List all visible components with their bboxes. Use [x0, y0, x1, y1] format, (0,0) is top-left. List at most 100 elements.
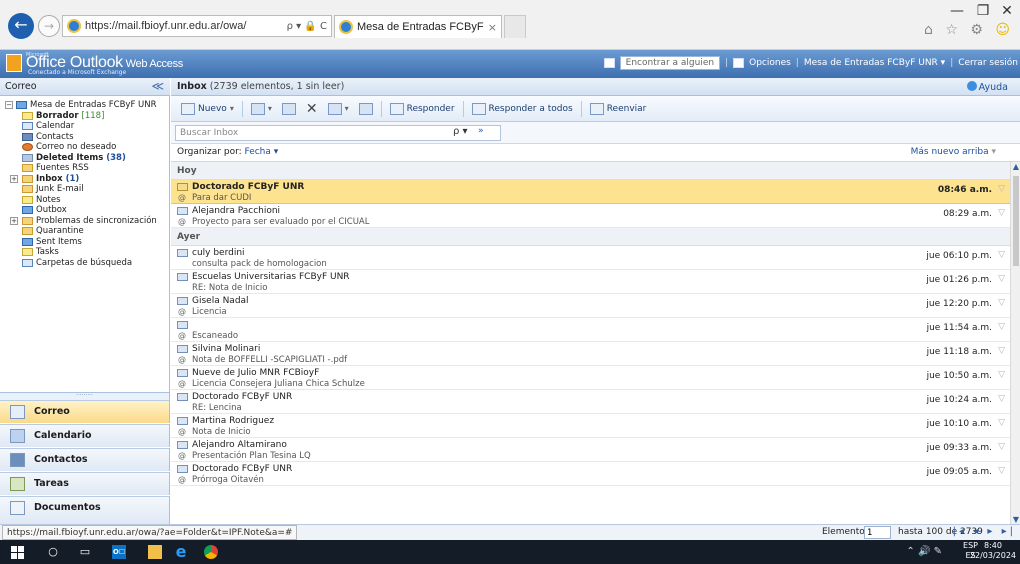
sign-out-link[interactable]: Cerrar sesión [958, 58, 1018, 68]
message-toolbar: Nuevo ▾ ▾ ✕ ▾ Responder Responder a todos… [171, 96, 1020, 122]
reply-all-button[interactable]: Responder a todos [470, 101, 575, 117]
home-star-gear-icons[interactable]: ⌂ ☆ ⚙ [924, 22, 987, 38]
nav-button-correo[interactable]: Correo [0, 400, 170, 423]
folder-sent-items[interactable]: Sent Items [0, 237, 169, 248]
group-header-today[interactable]: Hoy [171, 162, 1010, 180]
message-row[interactable]: Escuelas Universitarias FCByF UNR RE: Not… [171, 270, 1010, 294]
group-header-yesterday[interactable]: Ayer [171, 228, 1010, 246]
folder-problemas-sincronizacion[interactable]: + Problemas de sincronización [0, 216, 169, 227]
address-actions[interactable]: ρ ▾ 🔒 C [287, 21, 331, 32]
expand-search-icon[interactable]: » [478, 126, 484, 136]
flag-icon[interactable]: ▽ [998, 370, 1005, 380]
outbox-icon [22, 206, 33, 214]
collapse-pane-button[interactable]: ≪ [151, 79, 164, 93]
view-button[interactable]: ▾ [249, 101, 274, 117]
message-row[interactable]: Nueve de Julio MNR FCBioyF @ Licencia Cons… [171, 366, 1010, 390]
taskbar-search-icon[interactable]: ○ [46, 545, 60, 559]
nav-button-tareas[interactable]: Tareas [0, 472, 170, 495]
folder-correo-no-deseado[interactable]: Correo no deseado [0, 142, 169, 153]
outlook-taskbar-icon[interactable]: O☐ [112, 545, 126, 559]
delete-button[interactable]: ✕ [304, 99, 320, 119]
new-message-button[interactable]: Nuevo ▾ [179, 101, 236, 117]
new-tab-button[interactable] [504, 15, 526, 38]
forward-button[interactable]: Reenviar [588, 101, 649, 117]
folder-junk-email[interactable]: Junk E-mail [0, 184, 169, 195]
nav-button-calendario[interactable]: Calendario [0, 424, 170, 447]
arrange-by-dropdown[interactable]: Fecha ▾ [245, 147, 279, 157]
pager-controls[interactable]: |◂ ◂ ▸ ▸| [953, 526, 1016, 537]
message-row[interactable]: Martina Rodriguez @ Nota de Inicio jue 10:1… [171, 414, 1010, 438]
message-row[interactable]: Alejandra Pacchioni @ Proyecto para ser ev… [171, 204, 1010, 228]
folder-calendar[interactable]: Calendar [0, 121, 169, 132]
expand-collapse-icon[interactable]: + [10, 174, 18, 183]
message-row[interactable]: Alejandro Altamirano @ Presentación Plan T… [171, 438, 1010, 462]
url-text[interactable]: https://mail.fbioyf.unr.edu.ar/owa/ [85, 20, 246, 32]
address-book-button[interactable] [357, 101, 375, 117]
folder-carpetas-busqueda[interactable]: Carpetas de búsqueda [0, 258, 169, 269]
system-clock[interactable]: 8:40 22/03/2024 [970, 541, 1016, 561]
reply-button[interactable]: Responder [388, 101, 457, 117]
flag-icon[interactable]: ▽ [998, 208, 1005, 218]
flag-icon[interactable]: ▽ [998, 394, 1005, 404]
flag-icon[interactable]: ▽ [998, 322, 1005, 332]
message-row[interactable]: Doctorado FCByF UNR @ Para dar CUDI 08:46 a… [171, 180, 1010, 204]
find-someone-input[interactable]: Encontrar a alguien [619, 56, 721, 70]
browser-tab-owa[interactable]: Mesa de Entradas FCByF U... × [334, 15, 502, 38]
message-row[interactable]: Silvina Molinari @ Nota de BOFFELLI -SCAPI… [171, 342, 1010, 366]
expand-collapse-icon[interactable]: − [5, 101, 13, 109]
folder-notes[interactable]: Notes [0, 195, 169, 206]
feedback-smiley-icon[interactable]: ☺ [995, 22, 1014, 38]
flag-icon[interactable]: ▽ [998, 418, 1005, 428]
message-row[interactable]: Gisela Nadal @ Licencia jue 12:20 p.m. ▽ [171, 294, 1010, 318]
file-explorer-icon[interactable] [148, 545, 162, 559]
sort-order-dropdown[interactable]: Más nuevo arriba ▾ [911, 147, 996, 157]
message-row[interactable]: Doctorado FCByF UNR RE: Lencina jue 10:24 … [171, 390, 1010, 414]
message-row[interactable]: @ Escaneado jue 11:54 a.m. ▽ [171, 318, 1010, 342]
nav-button-contactos[interactable]: Contactos [0, 448, 170, 471]
search-icon[interactable]: ρ ▾ [453, 126, 468, 137]
folder-mailbox-root[interactable]: − Mesa de Entradas FCByF UNR [0, 100, 169, 111]
task-view-icon[interactable]: ▭ [78, 545, 92, 559]
message-row[interactable]: culy berdini consulta pack de homologacio… [171, 246, 1010, 270]
folder-outbox[interactable]: Outbox [0, 205, 169, 216]
nav-button-documentos[interactable]: Documentos [0, 496, 170, 524]
tray-icons[interactable]: ⌃ 🔊 ✎ [906, 546, 942, 557]
flag-icon[interactable]: ▽ [998, 442, 1005, 452]
help-link[interactable]: Ayuda [966, 81, 1008, 93]
flag-icon[interactable]: ▽ [998, 466, 1005, 476]
folder-contacts[interactable]: Contacts [0, 132, 169, 143]
message-row[interactable]: Doctorado FCByF UNR @ Prórroga Oitavén jue … [171, 462, 1010, 486]
chrome-icon[interactable] [204, 545, 218, 559]
expand-collapse-icon[interactable]: + [10, 216, 18, 225]
flag-icon[interactable]: ▽ [998, 346, 1005, 356]
folder-fuentes-rss[interactable]: Fuentes RSS [0, 163, 169, 174]
check-messages-button[interactable]: ▾ [326, 101, 351, 117]
items-page-input[interactable] [864, 526, 891, 539]
flag-icon[interactable]: ▽ [998, 274, 1005, 284]
folder-inbox[interactable]: + Inbox (1) [0, 174, 169, 185]
options-link[interactable]: Opciones [749, 58, 791, 68]
folder-borrador[interactable]: Borrador [118] [0, 111, 169, 122]
back-button[interactable]: ← [8, 13, 34, 39]
close-window-button[interactable]: ✕ [992, 0, 1020, 22]
mailbox-switcher[interactable]: Mesa de Entradas FCByF UNR ▾ [804, 58, 945, 68]
internet-explorer-icon[interactable]: e [174, 544, 188, 560]
folder-deleted-items[interactable]: Deleted Items (38) [0, 153, 169, 164]
move-folder-button[interactable] [280, 101, 298, 117]
message-list-scrollbar[interactable]: ▲ ▼ [1010, 162, 1020, 524]
flag-icon[interactable]: ▽ [998, 298, 1005, 308]
tab-close-icon[interactable]: × [488, 21, 497, 34]
flag-icon[interactable]: ▽ [998, 184, 1005, 194]
browser-right-icons[interactable]: ⌂ ☆ ⚙ ☺ [924, 22, 1014, 38]
folder-tasks[interactable]: Tasks [0, 247, 169, 258]
scroll-up-icon[interactable]: ▲ [1011, 162, 1020, 171]
address-bar[interactable]: https://mail.fbioyf.unr.edu.ar/owa/ ρ ▾ … [62, 15, 332, 37]
forward-button[interactable]: → [38, 15, 60, 37]
folder-quarantine[interactable]: Quarantine [0, 226, 169, 237]
address-book-icon[interactable] [603, 58, 615, 68]
scroll-thumb[interactable] [1013, 176, 1019, 266]
scroll-down-icon[interactable]: ▼ [1011, 515, 1020, 524]
flag-icon[interactable]: ▽ [998, 250, 1005, 260]
nav-pane-resize-grip[interactable]: ········· [0, 392, 170, 400]
windows-start-icon[interactable] [10, 545, 24, 559]
